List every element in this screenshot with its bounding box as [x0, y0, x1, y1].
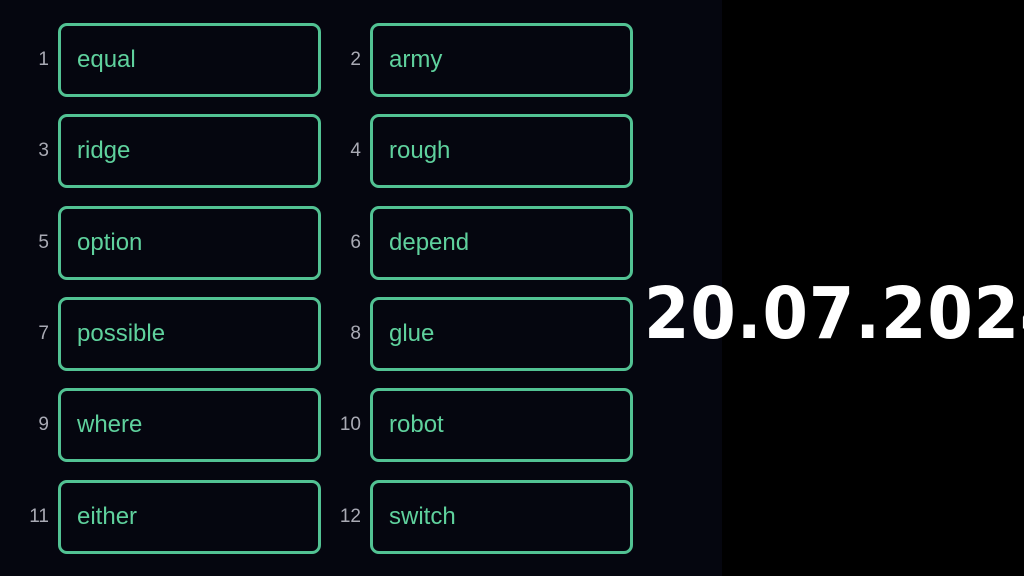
seed-word-number: 3 — [38, 140, 49, 161]
seed-word-text: switch — [389, 503, 456, 530]
seed-word-field[interactable]: option — [58, 206, 321, 280]
seed-word-field[interactable]: where — [58, 388, 321, 462]
seed-word-number: 11 — [29, 506, 49, 527]
seed-word-field[interactable]: equal — [58, 23, 321, 97]
seed-word-field[interactable]: glue — [370, 297, 633, 371]
seed-word-number: 6 — [350, 232, 361, 253]
seed-word-number: 12 — [339, 506, 361, 527]
seed-word-text: equal — [77, 46, 136, 73]
seed-word-number: 7 — [38, 323, 49, 344]
seed-word-number: 5 — [38, 232, 49, 253]
seed-word-text: either — [77, 503, 138, 530]
seed-word-text: option — [77, 229, 143, 256]
seed-word-text: glue — [389, 320, 435, 347]
seed-word-number: 9 — [38, 414, 49, 435]
seed-word-field[interactable]: rough — [370, 114, 633, 188]
seed-word-field[interactable]: switch — [370, 480, 633, 554]
seed-word-text: depend — [389, 229, 470, 256]
seed-word-field[interactable]: army — [370, 23, 633, 97]
seed-word-field[interactable]: ridge — [58, 114, 321, 188]
seed-word-text: rough — [389, 137, 451, 164]
seed-word-field[interactable]: either — [58, 480, 321, 554]
seed-word-text: ridge — [77, 137, 131, 164]
seed-phrase-panel: 1 equal 2 army 3 ridge 4 rough 5 option 6 depend 7 po… — [0, 0, 722, 576]
date-label: 20.07.2024 — [644, 272, 1024, 355]
seed-word-text: possible — [77, 320, 166, 347]
seed-word-number: 1 — [38, 49, 49, 70]
seed-word-text: army — [389, 46, 443, 73]
seed-word-field[interactable]: possible — [58, 297, 321, 371]
seed-word-field[interactable]: depend — [370, 206, 633, 280]
seed-word-number: 4 — [350, 140, 361, 161]
seed-word-number: 2 — [350, 49, 361, 70]
seed-word-text: robot — [389, 411, 444, 438]
seed-word-text: where — [77, 411, 143, 438]
seed-word-number: 8 — [350, 323, 361, 344]
seed-word-field[interactable]: robot — [370, 388, 633, 462]
seed-word-number: 10 — [339, 414, 361, 435]
